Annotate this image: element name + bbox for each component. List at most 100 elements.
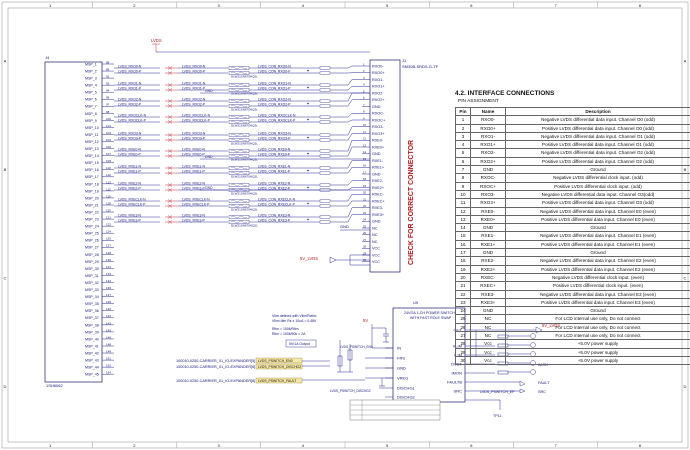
j4-pin-number: 136 <box>106 286 111 290</box>
expander-net-en0: LVDS_PSWITCH_EN0 <box>258 359 293 363</box>
table-cell: RXO3- <box>470 189 506 200</box>
interface-connections-title: 4.2. INTERFACE CONNECTIONS <box>455 90 555 97</box>
j4-pin-number: 140 <box>106 307 111 311</box>
j1-power-nets: GND 5V_LVDS <box>300 224 370 266</box>
column-label: 7 <box>555 3 558 8</box>
pswitch-net-en: LVDS_PSWITCH_EN0 <box>340 345 373 349</box>
j4-pin-number: 148 <box>106 342 111 346</box>
j4-pin-number: 103 <box>106 131 111 135</box>
j4-pin-name: MSP_27 <box>85 246 99 250</box>
j1-pin-number: 26 <box>363 231 367 235</box>
j1-pin-name: RXE2+ <box>372 186 385 190</box>
column-label: 3 <box>218 443 221 448</box>
net-label-connector: LVDS_CON_RXO3-N <box>258 131 291 135</box>
j4-pin-name: MSP_16 <box>85 168 99 172</box>
row-label: D <box>684 384 687 389</box>
table-row: 18 RXE2- Negative LVDS differential data i… <box>455 256 690 266</box>
table-cell: Positive LVDS differential data input. C… <box>505 156 690 167</box>
j4-pin-name: MSP_6 <box>85 98 97 102</box>
j4-pin-name: MSP_38 <box>85 323 99 327</box>
j1-pin-number: 16 <box>363 164 367 168</box>
choke-part: DLW21SN670HQ2L <box>231 158 258 162</box>
j4-pin-name: MSP_2 <box>85 69 97 73</box>
u9-input-network: 5V <box>337 318 393 389</box>
u9-right-pin: FAULTB <box>447 379 462 384</box>
row-label: D <box>4 384 7 389</box>
j4-pin-number: 133 <box>106 272 111 276</box>
j1-pin-number: 25 <box>363 224 367 228</box>
j1-pin-name: VCC <box>372 253 380 257</box>
j4-pin-name: MSP_7 <box>85 105 97 109</box>
j1-pin-name: RXOC- <box>372 112 385 116</box>
j1-pin-name: NC <box>372 233 378 237</box>
u9-in-net-label: 5V <box>363 318 368 323</box>
table-cell: RXOC+ <box>470 181 506 191</box>
j1-pin-number: 28 <box>363 245 367 249</box>
choke-part: DLW21SN670HQ2L <box>231 92 258 96</box>
u9-left-pin: GND <box>397 365 406 370</box>
j4-pin-number: 115 <box>106 187 111 191</box>
j4-pin-number: 145 <box>106 328 111 332</box>
table-row: 8 RXOC- Negative LVDS differential clock i… <box>455 173 690 183</box>
j4-pin-number: 88 <box>106 60 110 64</box>
table-row: 4 RXO1+ Positive LVDS differential data in… <box>455 140 690 150</box>
table-row: 19 RXE2+ Positive LVDS differential data i… <box>455 264 690 274</box>
table-cell: 25 <box>455 314 471 324</box>
table-cell: For LCD internal use only, Do not connec… <box>505 330 690 341</box>
choke-part: DLW21SN670HQ2L <box>231 224 258 228</box>
table-cell: RXE0- <box>470 206 506 216</box>
schematic-page: { "frame": { "columns": ["1","2","3","4"… <box>0 0 690 450</box>
j4-pin-number: 151 <box>106 357 111 361</box>
table-cell: RXO1+ <box>470 140 506 150</box>
lvds-channels: LVDS_RXO0-N LVDS_RXO0-N LVDS_CON_RXO0-NDLW… <box>114 64 370 228</box>
j4-pin-name: MSP_15 <box>85 161 99 165</box>
table-cell: RXO3+ <box>470 198 506 208</box>
calc-note-3: Rlim = 100k/Rlim <box>272 327 299 331</box>
table-row: 30 Vcc +5.0V power supply <box>455 355 690 366</box>
output-flag-label: 5V/1A Output <box>289 342 310 346</box>
j4-pin-name: MSP_28 <box>85 253 99 257</box>
table-cell: +5.0V power supply <box>505 339 690 349</box>
table-cell: 2 <box>455 123 471 133</box>
j1-pin-name: RXE0+ <box>372 145 385 149</box>
table-cell: Positive LVDS differential data input. C… <box>505 198 690 208</box>
j4-pin-number: 125 <box>106 237 111 241</box>
net-label-connector: LVDS_CON_RXO1-N <box>258 81 291 85</box>
j1-pin-name: RXO0+ <box>372 71 385 75</box>
j1-pin-number: 27 <box>363 238 367 242</box>
table-cell: 27 <box>455 330 471 341</box>
table-cell: Vcc <box>470 339 506 349</box>
net-label-connector: LVDS_CON_RXO2-P <box>258 102 291 106</box>
j4-pin-name: MSP_29 <box>85 260 99 264</box>
table-cell: Ground <box>505 306 690 316</box>
j1-pin-name: RXE2- <box>372 179 384 183</box>
j1-pins: RXO0-1RXO0+2RXO1-3RXO1+4RXO2-5RXO2+6GND7… <box>362 62 386 264</box>
j4-pin-number: 91 <box>106 75 110 79</box>
table-cell: 21 <box>455 281 471 291</box>
net-label-connector: LVDS_CON_RXE2-N <box>258 181 291 185</box>
choke-part: DLW21SN670HQ2L <box>231 124 258 128</box>
j4-pin-number: 89 <box>106 67 110 71</box>
j1-pin-number: 22 <box>363 204 367 208</box>
column-label: 8 <box>639 443 642 448</box>
table-cell: 3 <box>455 131 471 142</box>
column-label: 4 <box>302 443 305 448</box>
j4-pin-number: 118 <box>106 201 111 205</box>
j4-pin-name: MSP_8 <box>85 112 97 116</box>
table-cell: For LCD internal use only, Do not connec… <box>505 322 690 333</box>
pswitch-net-dischg: LVDS_PSWITCH_DISCHG2 <box>330 389 371 393</box>
j4-pin-name: MSP_24 <box>85 225 99 229</box>
table-cell: RXE1+ <box>470 239 506 250</box>
gnd-net-label: GND <box>205 186 213 190</box>
u9-left-pin: DISCHG1 <box>397 385 416 390</box>
j4-pin-name: MSP_45 <box>85 373 99 377</box>
u9-left-pin: IN <box>397 345 401 350</box>
table-cell: Negative LVDS differential clock input. … <box>505 173 690 183</box>
expander-ref-8: 100010-0250-CARRIER_01_IO-EXPANDER[8] <box>176 379 255 383</box>
j4-pin-name: MSP_41 <box>85 344 99 348</box>
j1-pin-name: GND <box>372 152 381 156</box>
j4-pin-number: 149 <box>106 349 111 353</box>
j1-pin-name: RXO0- <box>372 64 384 68</box>
choke-part: DLW21SN670HQ2L <box>231 208 258 212</box>
table-row: 12 RXE0- Negative LVDS differential data i… <box>455 206 690 216</box>
